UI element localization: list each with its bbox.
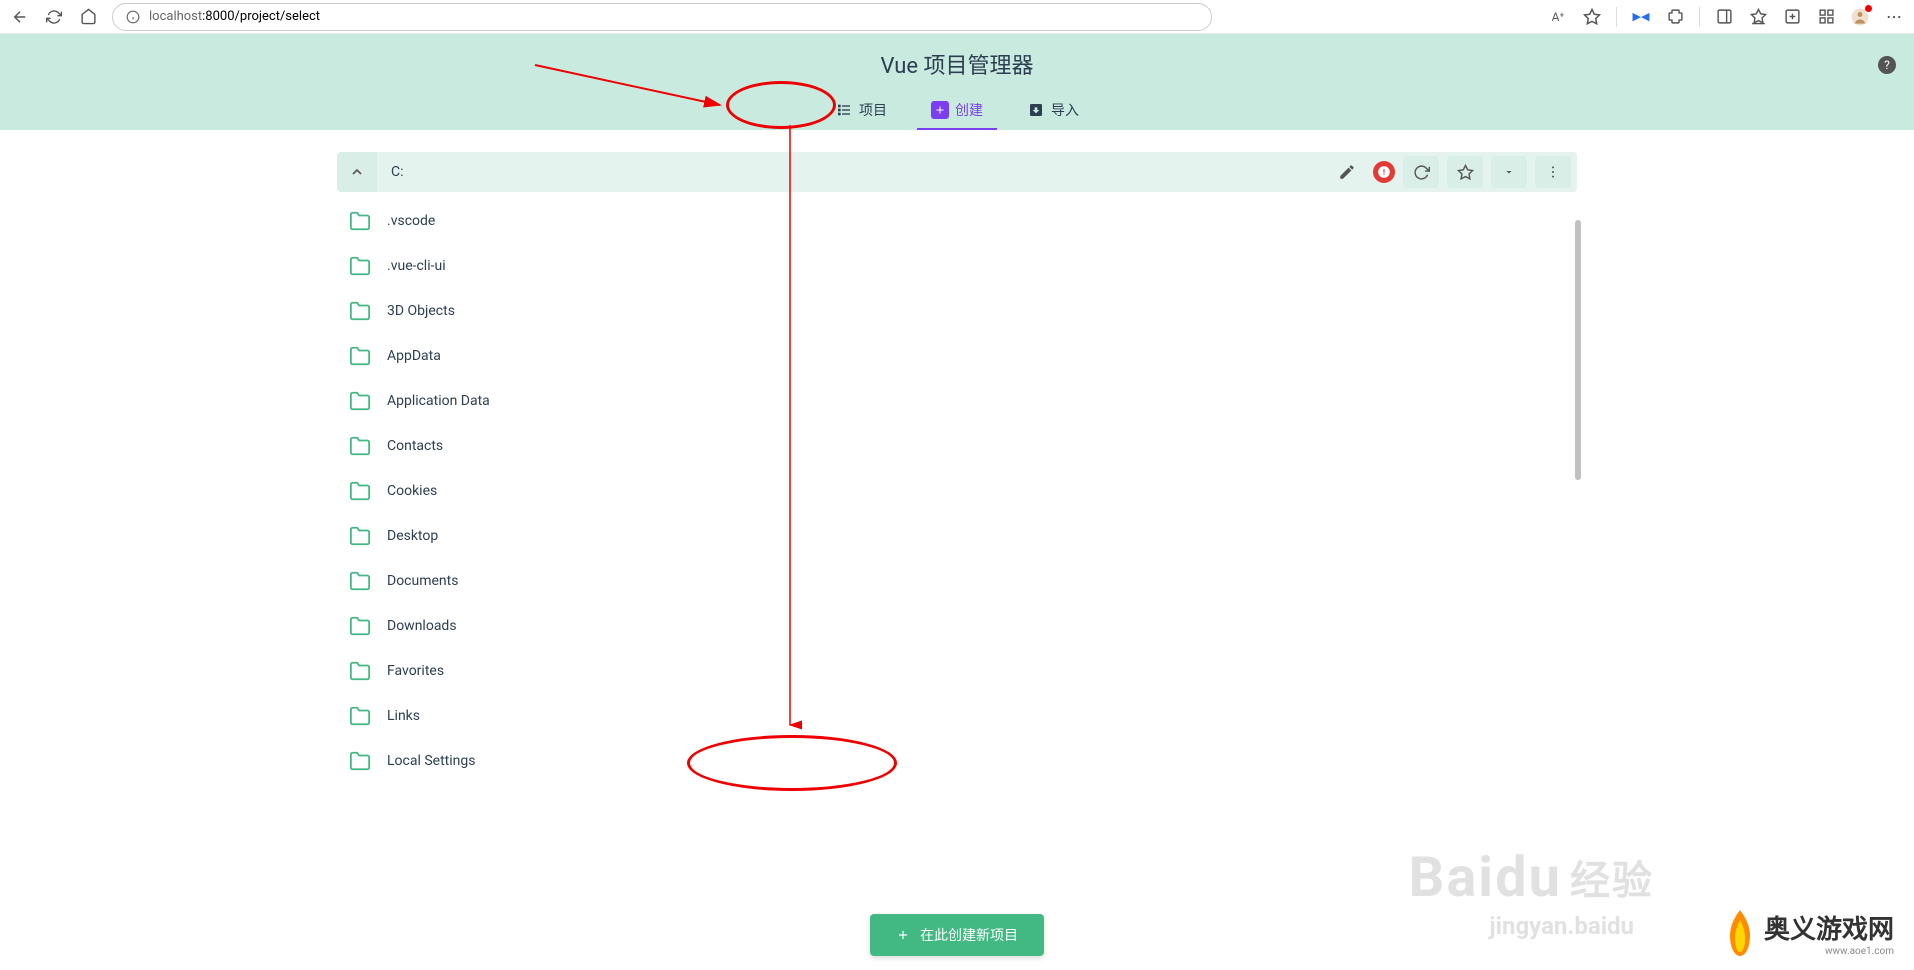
folder-icon (349, 750, 371, 772)
folder-item[interactable]: .vscode (337, 198, 1577, 243)
import-icon (1027, 101, 1045, 119)
edit-path-button[interactable] (1329, 156, 1365, 188)
favorite-star-icon[interactable] (1582, 7, 1602, 27)
list-icon (835, 101, 853, 119)
folder-icon (349, 525, 371, 547)
scrollbar-thumb[interactable] (1575, 220, 1581, 480)
refresh-button[interactable] (44, 7, 64, 27)
folder-icon (349, 615, 371, 637)
create-button-label: 在此创建新项目 (920, 925, 1018, 945)
home-button[interactable] (78, 7, 98, 27)
collections-icon[interactable] (1782, 7, 1802, 27)
folder-item[interactable]: Documents (337, 558, 1577, 603)
folder-icon (349, 705, 371, 727)
folder-item[interactable]: Desktop (337, 513, 1577, 558)
current-path[interactable]: C: (385, 164, 1321, 180)
url-text: localhost:8000/project/select (149, 9, 320, 24)
tab-label: 创建 (955, 100, 983, 120)
sidebar-icon[interactable] (1714, 7, 1734, 27)
apps-icon[interactable] (1816, 7, 1836, 27)
path-up-button[interactable] (337, 152, 377, 192)
folder-item[interactable]: Local Settings (337, 738, 1577, 783)
error-indicator-icon[interactable] (1373, 161, 1395, 183)
folder-item[interactable]: Cookies (337, 468, 1577, 513)
help-icon[interactable]: ? (1878, 56, 1896, 74)
folder-name: Local Settings (387, 753, 475, 769)
more-options-button[interactable] (1535, 156, 1571, 188)
folder-icon (349, 255, 371, 277)
read-aloud-icon[interactable]: A⁺ (1548, 7, 1568, 27)
folder-name: .vue-cli-ui (387, 258, 446, 274)
profile-icon[interactable] (1850, 7, 1870, 27)
app-header: Vue 项目管理器 项目 创建 导入 ? (0, 34, 1914, 130)
extension-icon[interactable] (1665, 7, 1685, 27)
folder-item[interactable]: Favorites (337, 648, 1577, 693)
folder-list[interactable]: .vscode .vue-cli-ui 3D Objects AppData A… (337, 198, 1577, 883)
folder-name: Downloads (387, 618, 457, 634)
watermark-baidu-url: jingyan.baidu (1489, 912, 1634, 940)
folder-item[interactable]: Contacts (337, 423, 1577, 468)
folder-name: Application Data (387, 393, 490, 409)
create-project-button[interactable]: 在此创建新项目 (870, 914, 1044, 956)
flame-icon (1720, 908, 1760, 958)
folder-icon (349, 300, 371, 322)
site-info-icon[interactable] (125, 9, 141, 25)
folder-item[interactable]: Links (337, 693, 1577, 738)
folder-name: Favorites (387, 663, 444, 679)
tab-label: 项目 (859, 100, 887, 120)
folder-name: Links (387, 708, 420, 724)
folder-icon (349, 570, 371, 592)
favorite-folder-button[interactable] (1447, 156, 1483, 188)
browser-toolbar: localhost:8000/project/select A⁺ ▶◀ (0, 0, 1914, 34)
url-bar[interactable]: localhost:8000/project/select (112, 3, 1212, 31)
play-icon[interactable]: ▶◀ (1631, 7, 1651, 27)
folder-item[interactable]: AppData (337, 333, 1577, 378)
folder-name: Documents (387, 573, 458, 589)
folder-name: .vscode (387, 213, 435, 229)
path-bar: C: (337, 152, 1577, 192)
folder-name: AppData (387, 348, 441, 364)
tab-create[interactable]: 创建 (909, 90, 1005, 130)
tab-projects[interactable]: 项目 (813, 90, 909, 130)
tabs: 项目 创建 导入 (0, 90, 1914, 130)
folder-item[interactable]: Application Data (337, 378, 1577, 423)
refresh-folder-button[interactable] (1403, 156, 1439, 188)
folder-item[interactable]: Downloads (337, 603, 1577, 648)
folder-icon (349, 345, 371, 367)
tab-import[interactable]: 导入 (1005, 90, 1101, 130)
folder-icon (349, 435, 371, 457)
dropdown-button[interactable] (1491, 156, 1527, 188)
folder-item[interactable]: 3D Objects (337, 288, 1577, 333)
main-content: C: .vscode .vue-cli-ui 3D Objec (337, 130, 1577, 883)
favorites-list-icon[interactable] (1748, 7, 1768, 27)
create-bar: 在此创建新项目 (870, 914, 1044, 956)
folder-icon (349, 210, 371, 232)
folder-name: Desktop (387, 528, 438, 544)
folder-icon (349, 660, 371, 682)
plus-icon (896, 928, 910, 942)
more-icon[interactable] (1884, 7, 1904, 27)
watermark-site-logo: 奥义游戏网 www.aoe1.com (1720, 908, 1894, 958)
folder-name: 3D Objects (387, 303, 455, 319)
tab-label: 导入 (1051, 100, 1079, 120)
folder-icon (349, 480, 371, 502)
back-button[interactable] (10, 7, 30, 27)
folder-name: Contacts (387, 438, 443, 454)
folder-icon (349, 390, 371, 412)
add-box-icon (931, 101, 949, 119)
browser-right-toolbar: A⁺ ▶◀ (1548, 7, 1904, 27)
folder-item[interactable]: .vue-cli-ui (337, 243, 1577, 288)
page-title: Vue 项目管理器 (0, 48, 1914, 80)
folder-name: Cookies (387, 483, 437, 499)
